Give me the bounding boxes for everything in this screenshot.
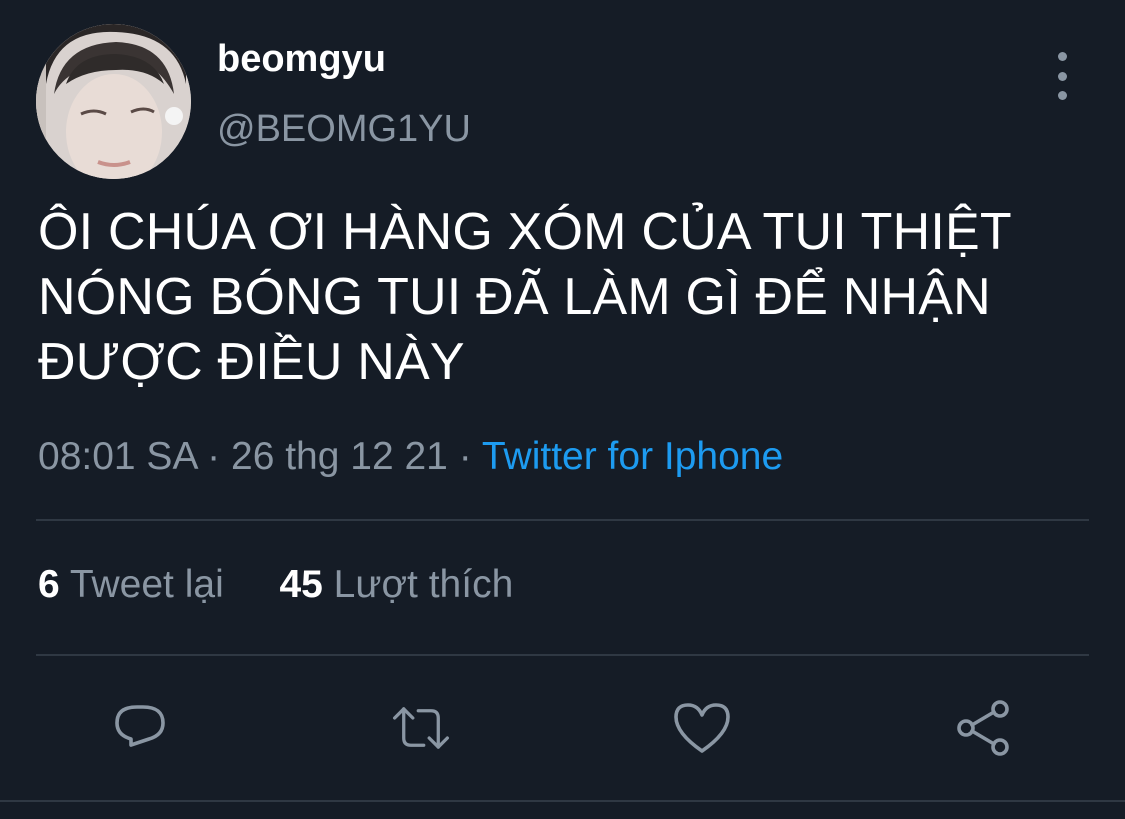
likes-label: Lượt thích [333,563,514,606]
heart-icon [674,703,730,753]
user-handle[interactable]: @BEOMG1YU [217,108,471,151]
more-vertical-icon-dot [1057,71,1067,81]
display-name[interactable]: beomgyu [217,38,386,81]
share-button[interactable] [954,698,1014,758]
retweets-stat[interactable]: 6 Tweet lại [38,563,235,606]
retweet-button[interactable] [391,698,451,758]
tweet-metadata: 08:01 SA · 26 thg 12 21 · Twitter for Ip… [38,435,783,479]
tweet-text: ÔI CHÚA ƠI HÀNG XÓM CỦA TUI THIỆT NÓNG B… [38,200,1098,395]
meta-separator: · [458,435,472,478]
divider [36,519,1089,521]
tweet-time: 08:01 SA [38,435,197,478]
likes-count: 45 [279,563,323,606]
more-options-button[interactable] [1044,52,1080,100]
more-vertical-icon [1057,52,1067,61]
tweet-text-line: ĐƯỢC ĐIỀU NÀY [38,333,465,391]
more-vertical-icon-dot [1057,91,1067,100]
like-button[interactable] [672,698,732,758]
tweet-text-line: NÓNG BÓNG TUI ĐÃ LÀM GÌ ĐỂ NHẬN [38,268,991,326]
retweet-icon [393,707,449,749]
share-icon [957,700,1009,756]
retweets-label: Tweet lại [69,563,224,606]
tweet-date: 26 thg 12 21 [231,435,448,478]
action-bar [0,698,1125,758]
tweet-text-line: ÔI CHÚA ƠI HÀNG XÓM CỦA TUI THIỆT [38,203,1012,261]
tweet-stats: 6 Tweet lại 45 Lượt thích [38,563,513,607]
reply-icon [115,705,165,747]
divider [36,654,1089,656]
bottom-divider [0,800,1125,802]
avatar-image [36,24,191,179]
likes-stat[interactable]: 45 Lượt thích [279,563,513,606]
meta-separator: · [207,435,221,478]
retweets-count: 6 [38,563,60,606]
reply-button[interactable] [110,698,170,758]
avatar[interactable] [36,24,191,179]
tweet-source-link[interactable]: Twitter for Iphone [482,435,783,478]
